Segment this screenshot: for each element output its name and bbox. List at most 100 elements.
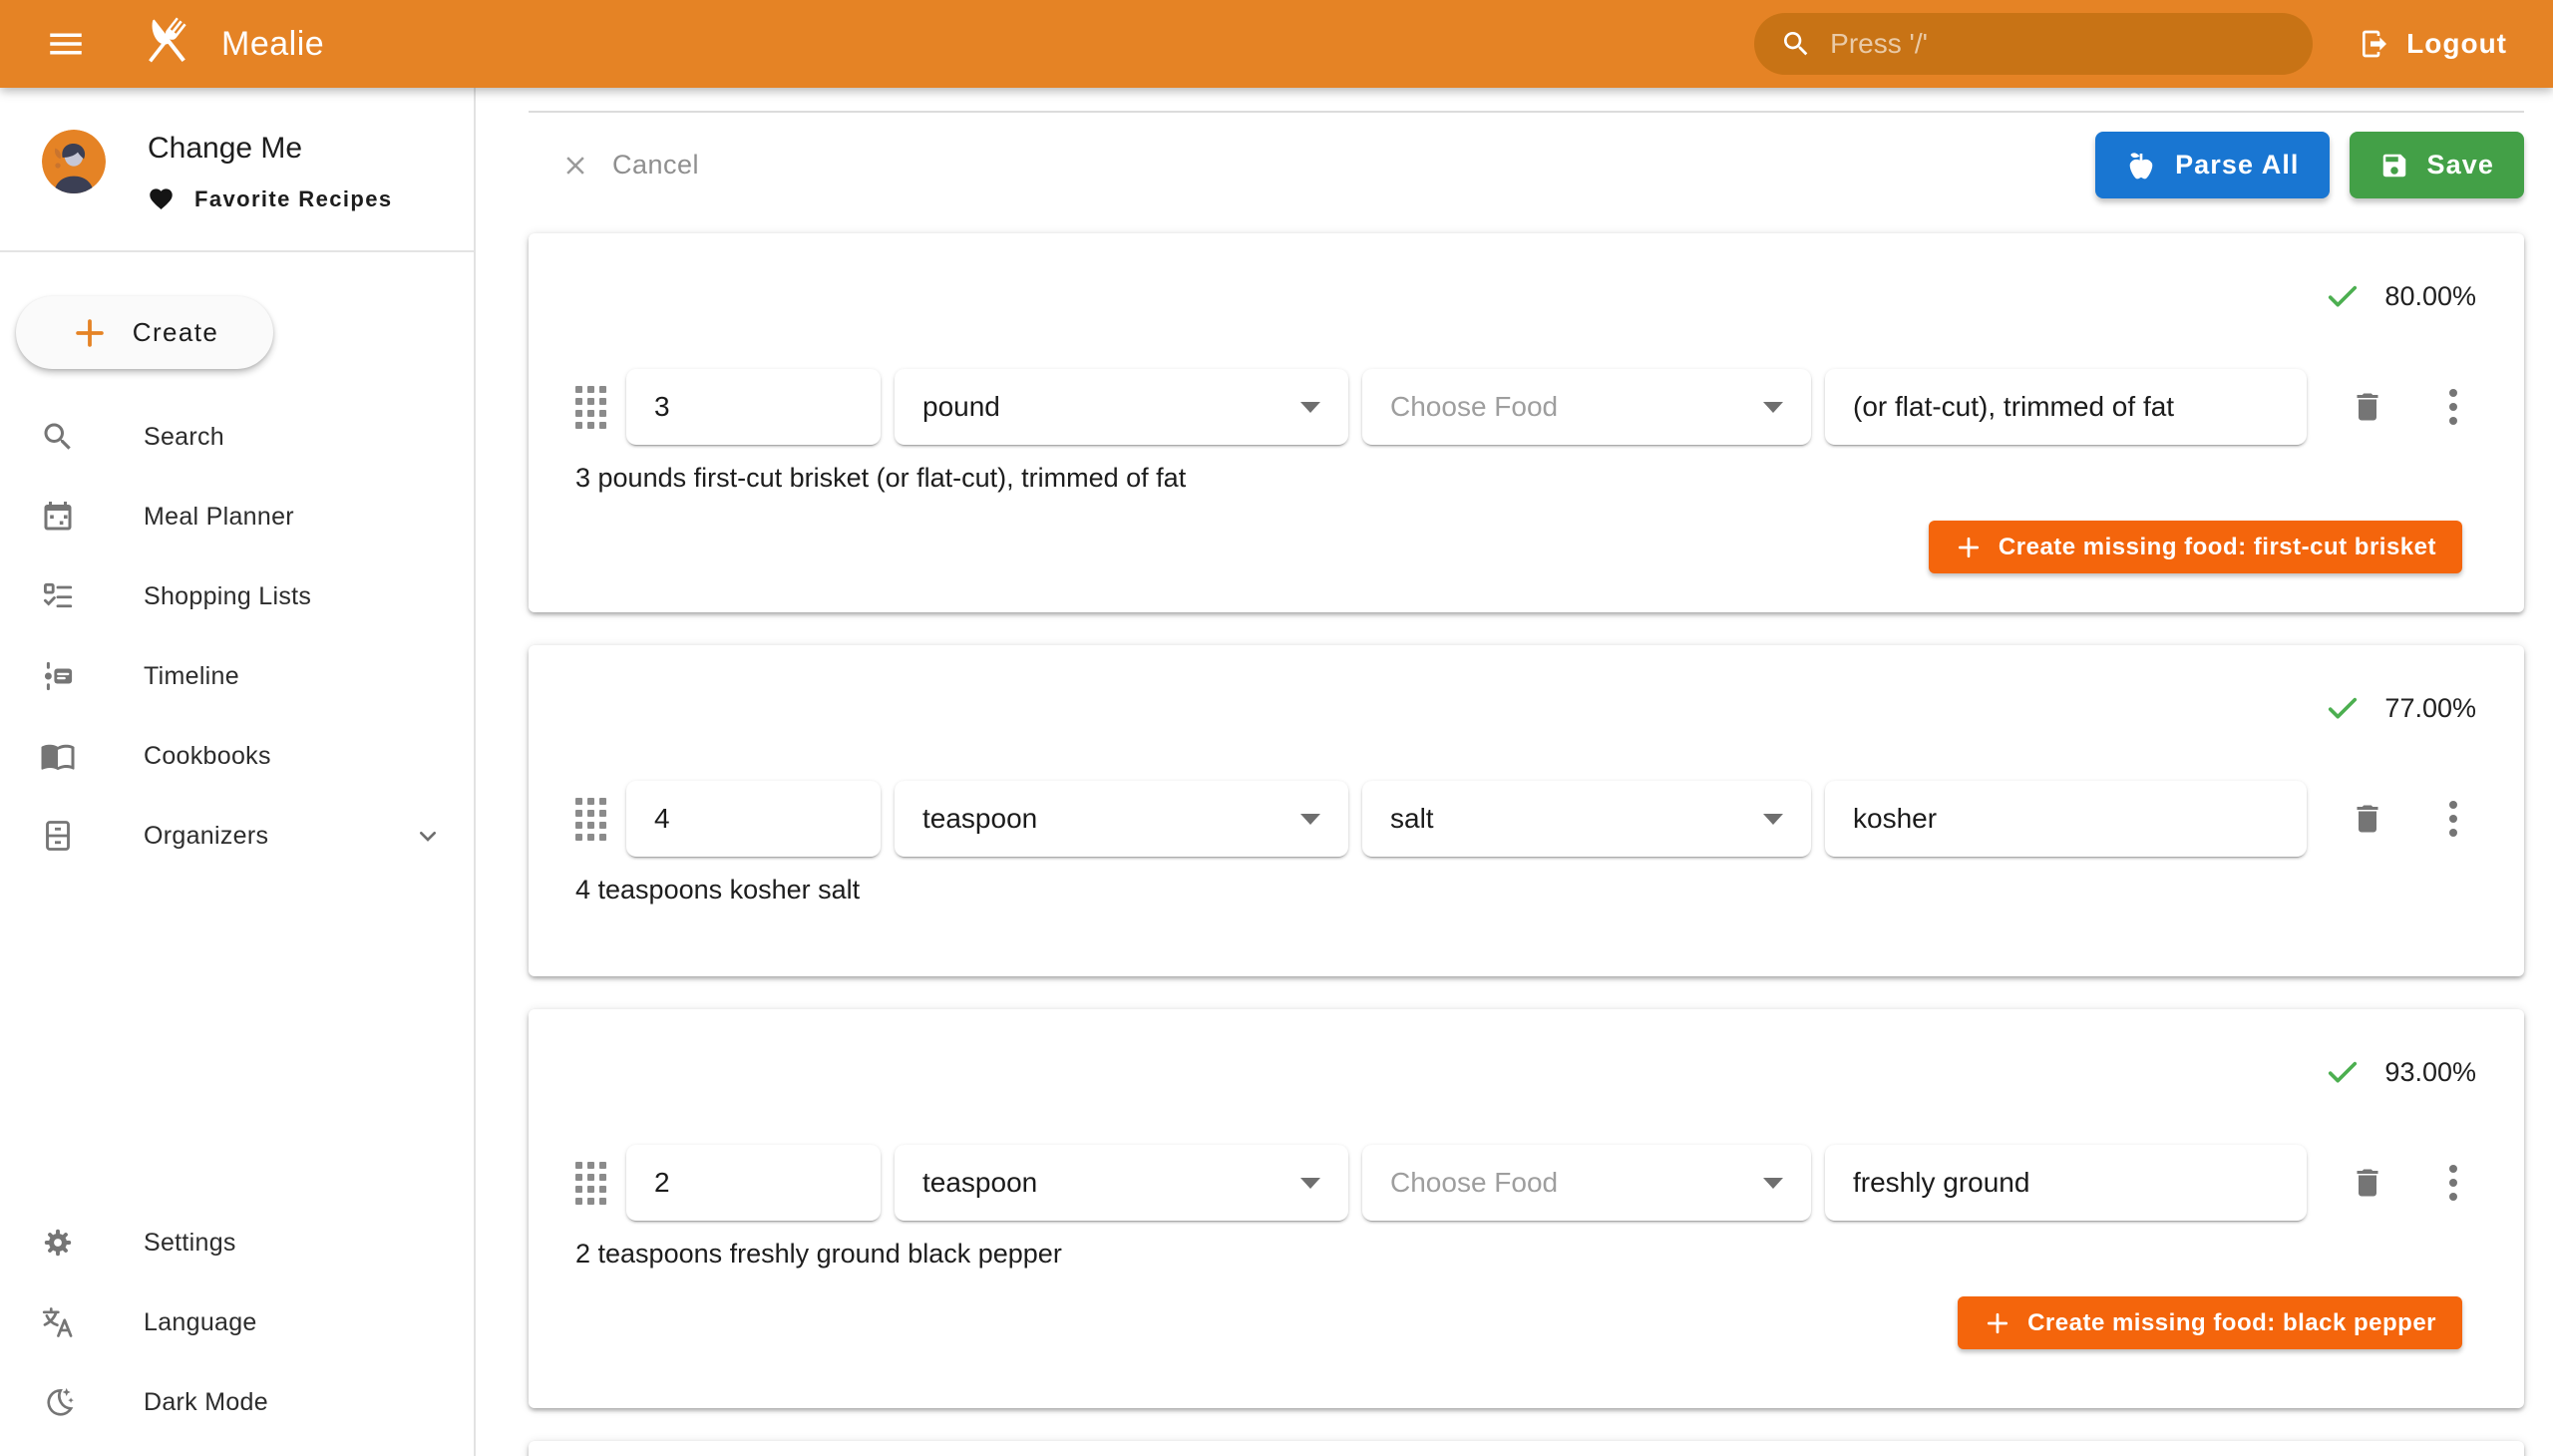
note-input[interactable] — [1825, 781, 2307, 857]
gear-icon — [40, 1225, 76, 1261]
ingredient-card: 80.00% pound Choose Food 3 pounds first-… — [529, 233, 2524, 612]
chevron-down-icon — [1300, 402, 1320, 413]
unit-select[interactable]: teaspoon — [895, 1145, 1348, 1221]
save-icon — [2379, 151, 2409, 181]
translate-icon — [40, 1304, 76, 1340]
menu-icon[interactable] — [34, 12, 98, 76]
ingredient-card: 77.00% teaspoon salt 4 teaspoons kosher … — [529, 645, 2524, 976]
chevron-down-icon — [412, 820, 444, 852]
note-input[interactable] — [1825, 1145, 2307, 1221]
food-select[interactable]: Choose Food — [1362, 1145, 1811, 1221]
avatar[interactable] — [42, 130, 106, 193]
unit-select[interactable]: pound — [895, 369, 1348, 445]
favorite-recipes-link[interactable]: Favorite Recipes — [148, 185, 392, 212]
unit-select-value: pound — [922, 391, 1000, 423]
drag-handle-icon[interactable] — [575, 1162, 606, 1205]
logout-icon — [2359, 28, 2390, 60]
food-select-value: Choose Food — [1390, 1167, 1558, 1199]
calendar-icon — [40, 499, 76, 535]
cancel-button[interactable]: Cancel — [560, 150, 699, 181]
ingredient-card: 93.00% teaspoon Choose Food 2 teaspoons … — [529, 1009, 2524, 1408]
sidebar-nav: Search Meal Planner Shopping Lists Timel… — [0, 397, 474, 876]
confidence-value: 80.00% — [2384, 281, 2476, 312]
ingredient-card-partial — [529, 1441, 2524, 1456]
chevron-down-icon — [1763, 402, 1783, 413]
kebab-menu-icon — [2449, 1165, 2457, 1201]
more-button[interactable] — [2430, 796, 2476, 842]
delete-button[interactable] — [2345, 1160, 2390, 1206]
logout-button[interactable]: Logout — [2359, 28, 2507, 60]
check-icon — [2325, 690, 2361, 726]
quantity-input[interactable] — [626, 1145, 881, 1221]
sidebar-item-settings[interactable]: Settings — [0, 1203, 472, 1282]
kebab-menu-icon — [2449, 389, 2457, 425]
sidebar-item-dark-mode[interactable]: Dark Mode — [0, 1362, 472, 1442]
sidebar-item-search[interactable]: Search — [0, 397, 474, 477]
confidence-row: 80.00% — [575, 279, 2476, 313]
timeline-icon — [40, 658, 76, 694]
original-ingredient-text: 4 teaspoons kosher salt — [575, 873, 2476, 907]
chevron-down-icon — [1300, 1178, 1320, 1189]
mealie-app: Mealie Logout Change — [0, 0, 2553, 1456]
unit-select[interactable]: teaspoon — [895, 781, 1348, 857]
sidebar: Change Me Favorite Recipes Create Search… — [0, 88, 476, 1456]
search-input[interactable] — [1830, 28, 2287, 60]
app-title: Mealie — [221, 25, 324, 64]
search-icon — [1780, 28, 1812, 60]
parser-toolbar: Cancel Parse All Save — [529, 132, 2524, 198]
original-ingredient-text: 2 teaspoons freshly ground black pepper — [575, 1237, 2476, 1271]
sidebar-item-timeline[interactable]: Timeline — [0, 636, 474, 716]
sidebar-item-shopping-lists[interactable]: Shopping Lists — [0, 556, 474, 636]
delete-button[interactable] — [2345, 796, 2390, 842]
mealie-logo-icon — [138, 13, 195, 76]
more-button[interactable] — [2430, 384, 2476, 430]
ingredient-fields-row: teaspoon salt — [575, 781, 2476, 857]
ingredient-fields-row: pound Choose Food — [575, 369, 2476, 445]
check-icon — [2325, 1054, 2361, 1090]
plus-icon — [1984, 1309, 2011, 1337]
create-missing-food-button[interactable]: Create missing food: first-cut brisket — [1929, 521, 2462, 573]
food-select[interactable]: salt — [1362, 781, 1811, 857]
apple-icon — [2125, 150, 2157, 182]
content-top-divider — [529, 111, 2524, 113]
drag-handle-icon[interactable] — [575, 386, 606, 429]
sidebar-item-cookbooks[interactable]: Cookbooks — [0, 716, 474, 796]
ingredient-fields-row: teaspoon Choose Food — [575, 1145, 2476, 1221]
heart-icon — [148, 185, 175, 212]
chevron-down-icon — [1763, 814, 1783, 825]
missing-food-row: Create missing food: black pepper — [575, 1296, 2476, 1349]
chevron-down-icon — [1300, 814, 1320, 825]
quantity-input[interactable] — [626, 781, 881, 857]
kebab-menu-icon — [2449, 801, 2457, 837]
check-icon — [2325, 278, 2361, 314]
ingredient-parser-page: Cancel Parse All Save 80.00% pound — [476, 88, 2553, 1456]
trash-icon — [2350, 1165, 2385, 1201]
food-select-value: salt — [1390, 803, 1434, 835]
food-select-value: Choose Food — [1390, 391, 1558, 423]
note-input[interactable] — [1825, 369, 2307, 445]
quantity-input[interactable] — [626, 369, 881, 445]
checklist-icon — [40, 578, 76, 614]
more-button[interactable] — [2430, 1160, 2476, 1206]
food-select[interactable]: Choose Food — [1362, 369, 1811, 445]
user-name: Change Me — [148, 132, 392, 166]
sidebar-item-language[interactable]: Language — [0, 1282, 472, 1362]
confidence-row: 77.00% — [575, 691, 2476, 725]
plus-icon — [1955, 534, 1983, 561]
unit-select-value: teaspoon — [922, 1167, 1037, 1199]
file-cabinet-icon — [40, 818, 76, 854]
create-missing-food-button[interactable]: Create missing food: black pepper — [1958, 1296, 2462, 1349]
drag-handle-icon[interactable] — [575, 798, 606, 841]
user-info: Change Me Favorite Recipes — [148, 130, 392, 212]
sidebar-item-organizers[interactable]: Organizers — [0, 796, 474, 876]
parse-all-button[interactable]: Parse All — [2095, 132, 2329, 198]
sidebar-bottom-nav: Settings Language Dark Mode — [0, 1203, 472, 1442]
confidence-value: 77.00% — [2384, 693, 2476, 724]
create-button[interactable]: Create — [16, 296, 273, 369]
book-open-icon — [40, 738, 76, 774]
user-section: Change Me Favorite Recipes — [0, 88, 474, 212]
sidebar-item-meal-planner[interactable]: Meal Planner — [0, 477, 474, 556]
save-button[interactable]: Save — [2350, 132, 2524, 198]
delete-button[interactable] — [2345, 384, 2390, 430]
global-search[interactable] — [1754, 13, 2313, 75]
